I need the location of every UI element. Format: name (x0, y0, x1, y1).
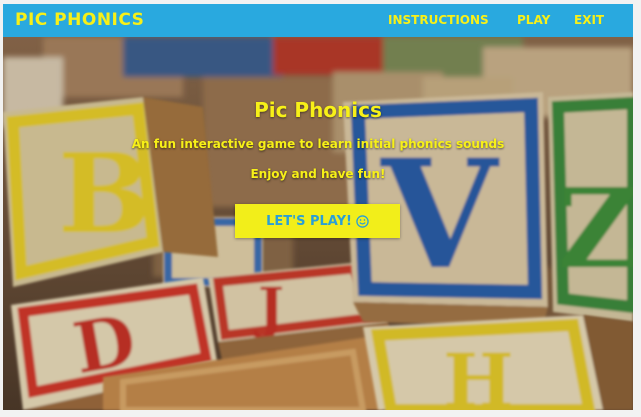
hero-subtitle: An fun interactive game to learn initial… (131, 137, 505, 151)
nav-instructions-link[interactable]: INSTRUCTIONS (388, 13, 489, 27)
page-frame: PIC PHONICS INSTRUCTIONS PLAY EXIT Pic P… (3, 4, 633, 410)
hero-tagline: Enjoy and have fun! (250, 167, 386, 181)
lets-play-button-label: LET'S PLAY! (266, 213, 352, 229)
nav-play-link[interactable]: PLAY (517, 13, 550, 27)
hero-content: Pic Phonics An fun interactive game to l… (3, 37, 633, 410)
nav-exit-link[interactable]: EXIT (574, 13, 604, 27)
lets-play-button[interactable]: LET'S PLAY! (235, 204, 400, 238)
smiley-icon (356, 214, 369, 228)
navbar: PIC PHONICS INSTRUCTIONS PLAY EXIT (3, 4, 633, 37)
brand-logo[interactable]: PIC PHONICS (15, 10, 144, 30)
hero-section: B D J (3, 37, 633, 410)
hero-title: Pic Phonics (254, 98, 382, 122)
